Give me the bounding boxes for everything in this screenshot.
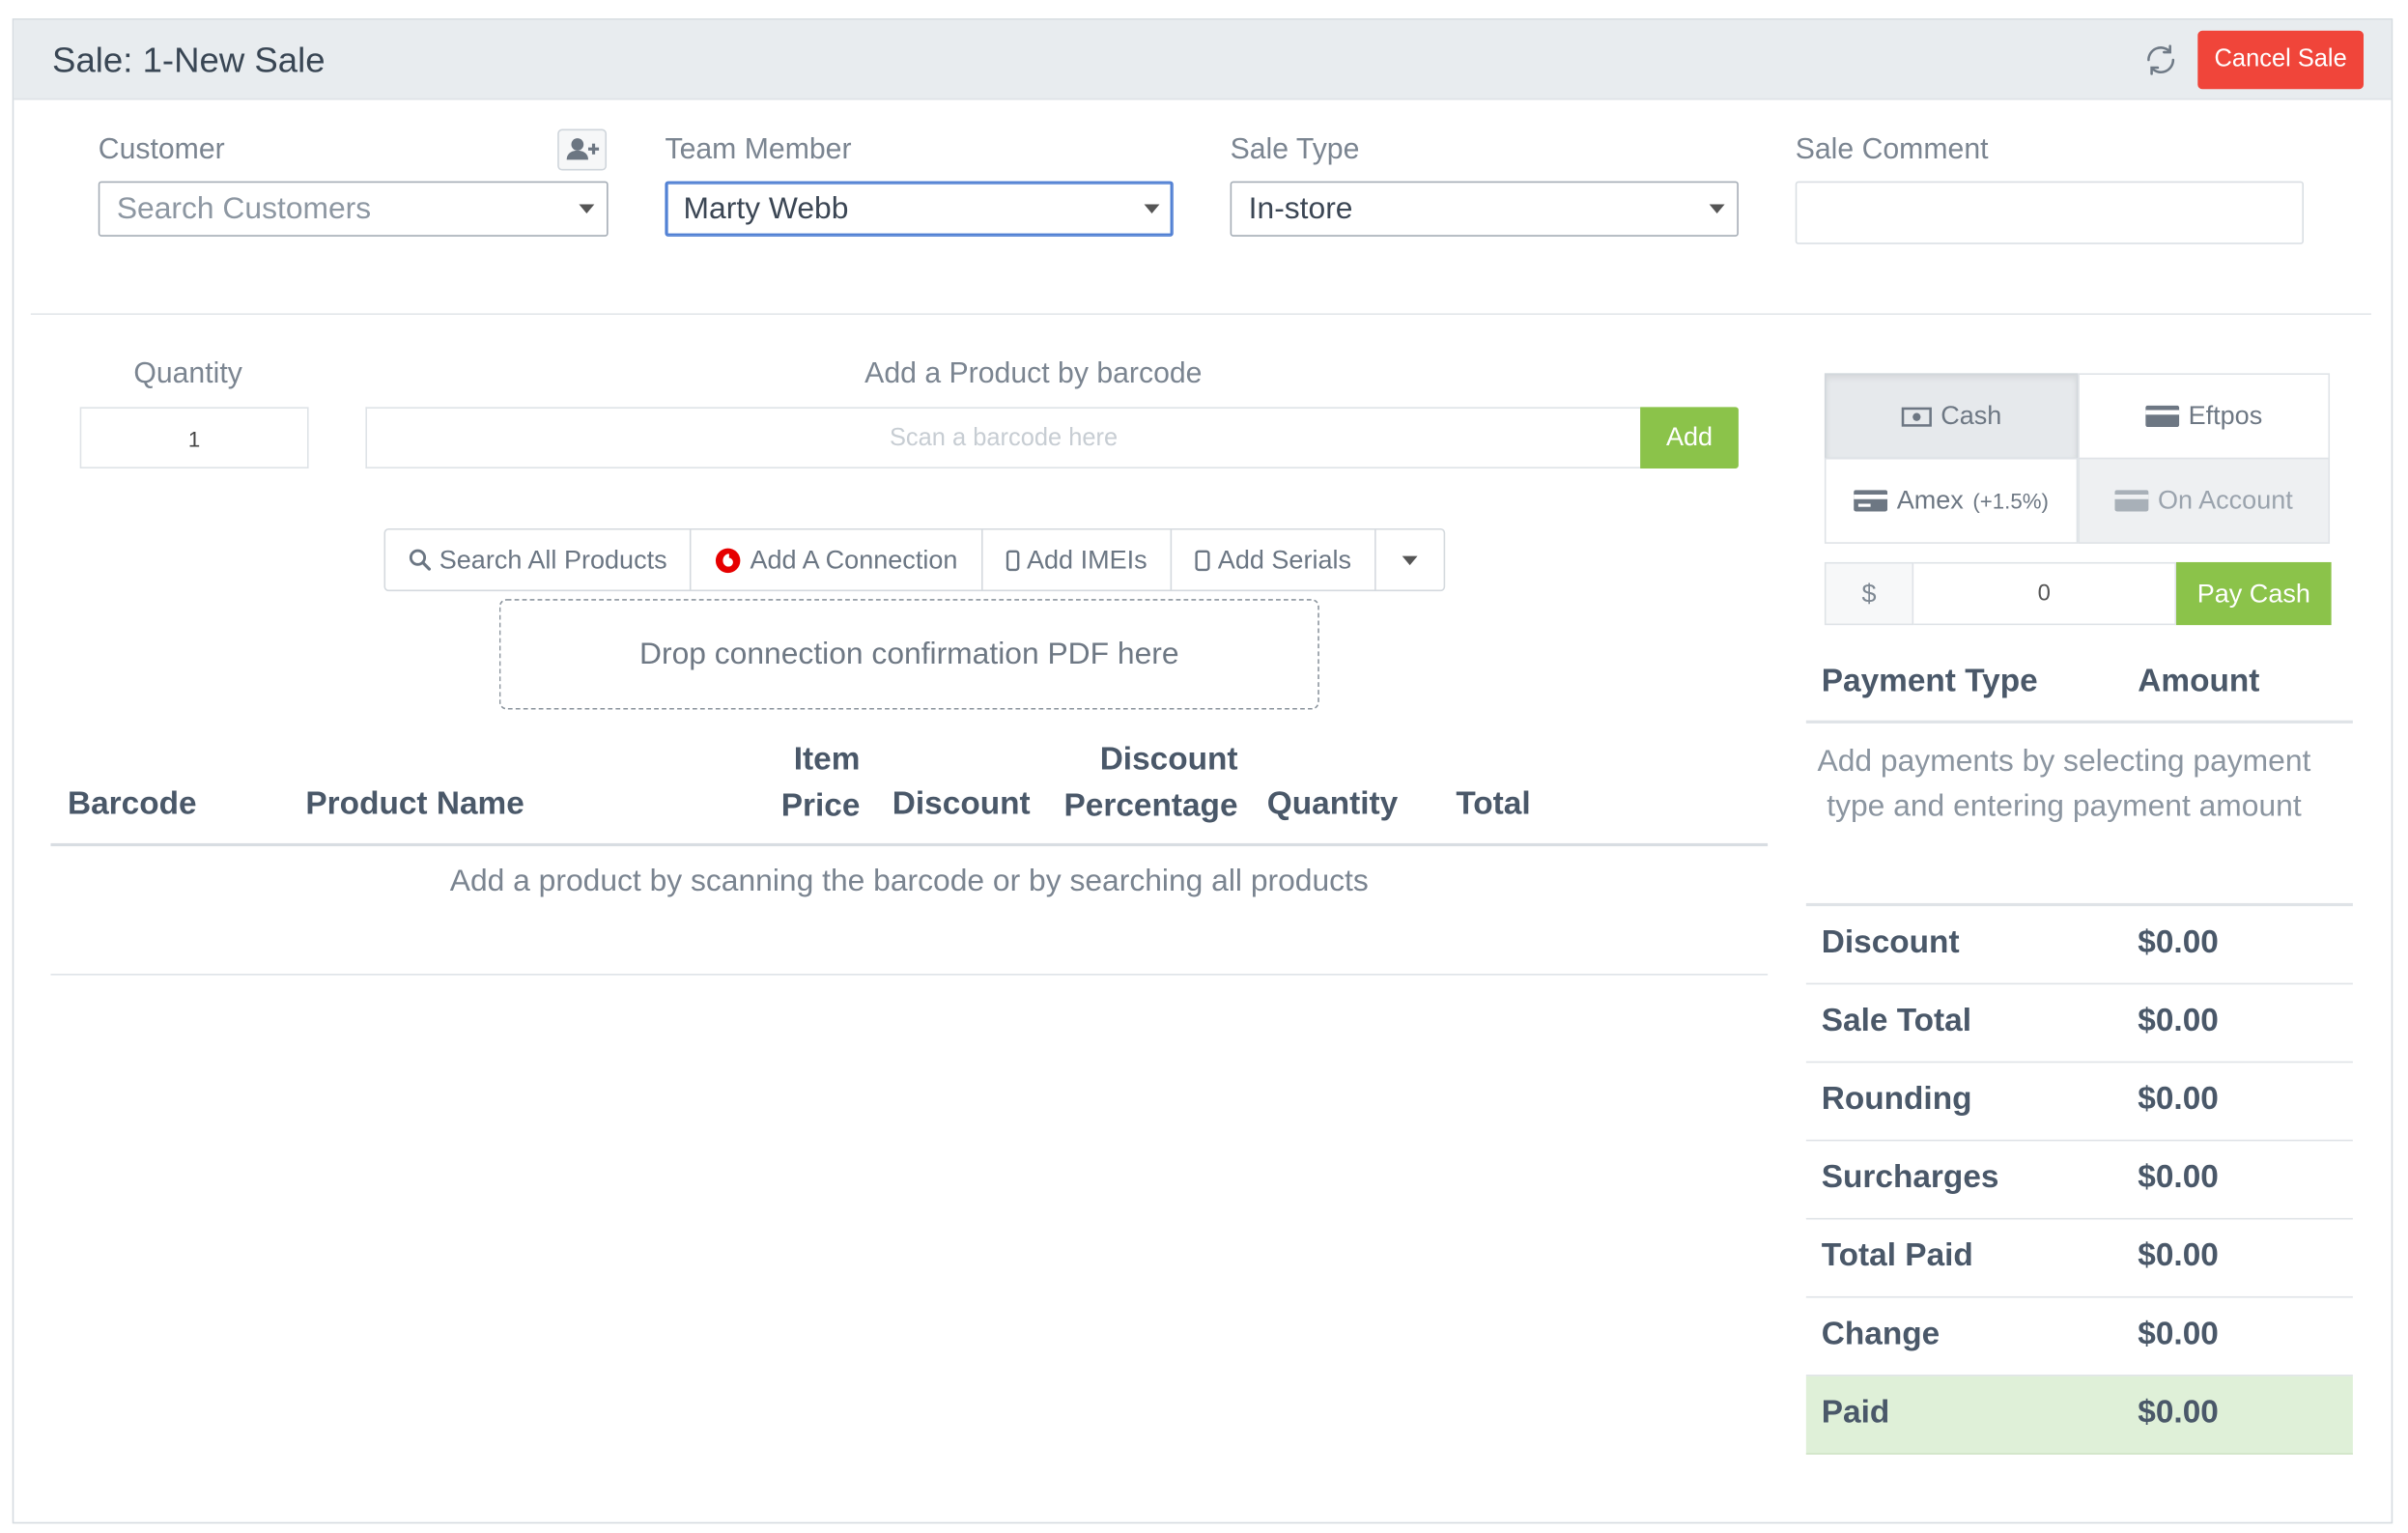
summary-total-paid-label: Total Paid [1821,1237,1973,1274]
add-imeis-label: Add IMEIs [1026,544,1147,574]
chevron-down-icon [1709,204,1725,214]
summary-change-label: Change [1821,1316,1941,1352]
sale-type-label: Sale Type [1230,133,1360,166]
team-member-select[interactable]: Marty Webb [665,181,1174,237]
col-item-price-line1: Item [793,741,861,778]
mobile-phone-icon [1006,549,1019,571]
chevron-down-icon [1402,554,1418,565]
payment-method-eftpos-label: Eftpos [2188,400,2263,431]
summary-discount-value: $0.00 [2138,924,2219,960]
carrier-logo-icon [716,547,741,573]
summary-discount-label: Discount [1821,924,1960,960]
refresh-icon[interactable] [2142,42,2179,78]
payment-method-amex-label: Amex [1896,485,1964,515]
search-icon [409,549,431,571]
barcode-label: Add a Product by barcode [864,357,1203,390]
payment-method-amex-fee: (+1.5%) [1972,488,2049,514]
mobile-phone-icon [1195,549,1210,571]
customer-search-select[interactable]: Search Customers [98,181,609,237]
amount-header: Amount [2138,663,2260,699]
credit-card-icon [2145,405,2180,428]
pay-cash-button[interactable]: Pay Cash [2176,561,2332,626]
chevron-down-icon [579,204,595,214]
customer-label: Customer [98,133,225,166]
credit-card-icon [2114,490,2149,512]
quantity-input[interactable]: 1 [79,407,309,468]
payment-method-on-account[interactable]: On Account [2078,457,2331,544]
product-actions-group: Search All Products Add A Connection Add… [383,527,1446,592]
summary-paid-value: $0.00 [2138,1394,2219,1431]
payment-method-eftpos[interactable]: Eftpos [2078,373,2331,460]
col-discount-pct-line1: Discount [1099,741,1238,778]
stage: Sale: 1-New Sale Cancel Sale Customer Se… [0,0,2408,1533]
payment-type-header: Payment Type [1821,663,2038,699]
add-serials-label: Add Serials [1217,544,1352,574]
customer-search-placeholder: Search Customers [116,191,372,226]
col-discount-pct-line2: Percentage [1063,787,1238,824]
add-serials-button[interactable]: Add Serials [1172,529,1376,590]
col-item-price-line2: Price [780,787,861,824]
payment-amount-input[interactable]: 0 [1913,561,2177,626]
search-all-products-label: Search All Products [439,544,667,574]
table-bottom-rule [50,974,1769,976]
summary-sale-total-label: Sale Total [1821,1003,1971,1038]
team-member-value: Marty Webb [683,191,849,226]
search-all-products-button[interactable]: Search All Products [385,529,693,590]
col-product-name: Product Name [305,786,524,822]
add-barcode-button[interactable]: Add [1640,407,1739,468]
summary-row-surcharges: Surcharges $0.00 [1805,1141,2353,1220]
cash-icon [1901,406,1932,426]
add-connection-label: Add A Connection [750,544,958,574]
sale-comment-input[interactable] [1795,181,2304,244]
summary-rounding-label: Rounding [1821,1081,1972,1117]
col-discount-percentage: Discount Percentage [1057,737,1238,829]
add-connection-button[interactable]: Add A Connection [692,529,982,590]
team-member-label: Team Member [665,133,852,166]
currency-addon: $ [1824,561,1914,626]
payment-method-cash[interactable]: Cash [1824,373,2079,460]
credit-card-icon [1854,490,1888,512]
summary-surcharges-value: $0.00 [2138,1159,2219,1196]
summary-rounding-value: $0.00 [2138,1081,2219,1117]
add-customer-button[interactable] [557,128,608,171]
sale-type-value: In-store [1248,191,1353,226]
col-quantity: Quantity [1266,786,1399,822]
sale-type-select[interactable]: In-store [1230,181,1739,237]
col-item-price: Item Price [768,737,861,829]
cancel-sale-button[interactable]: Cancel Sale [2197,30,2365,90]
payments-help-text: Add payments by selecting payment type a… [1817,745,2311,823]
payment-method-cash-label: Cash [1941,400,2002,431]
summary-row-rounding: Rounding $0.00 [1805,1063,2353,1142]
summary-sale-total-value: $0.00 [2138,1003,2219,1038]
col-barcode: Barcode [67,786,197,822]
summary-total-paid-value: $0.00 [2138,1237,2219,1274]
payments-header-rule [1805,720,2353,724]
payment-method-amex[interactable]: Amex (+1.5%) [1824,457,2079,544]
summary-row-sale-total: Sale Total $0.00 [1805,984,2353,1064]
summary-change-value: $0.00 [2138,1316,2219,1352]
sale-comment-label: Sale Comment [1795,133,1989,166]
panel-header: Sale: 1-New Sale Cancel Sale [14,19,2392,100]
summary-paid-label: Paid [1821,1394,1890,1431]
table-header-rule [50,842,1769,847]
chevron-down-icon [1144,204,1160,214]
page-title: Sale: 1-New Sale [52,40,326,80]
add-imeis-button[interactable]: Add IMEIs [982,529,1173,590]
empty-table-message: Add a product by scanning the barcode or… [449,865,1369,899]
section-divider [30,313,2371,315]
col-total: Total [1456,786,1531,822]
add-user-icon [566,138,600,160]
payment-method-on-account-label: On Account [2158,485,2293,515]
col-discount: Discount [892,786,1031,822]
summary-row-paid: Paid $0.00 [1805,1376,2353,1455]
quantity-label: Quantity [133,357,242,390]
barcode-input[interactable]: Scan a barcode here [365,407,1641,468]
summary-row-discount: Discount $0.00 [1805,906,2353,985]
summary-row-total-paid: Total Paid $0.00 [1805,1219,2353,1298]
pdf-dropzone[interactable]: Drop connection confirmation PDF here [498,599,1319,710]
more-actions-dropdown[interactable] [1375,530,1443,590]
summary-surcharges-label: Surcharges [1821,1159,1999,1196]
summary-row-change: Change $0.00 [1805,1298,2353,1377]
